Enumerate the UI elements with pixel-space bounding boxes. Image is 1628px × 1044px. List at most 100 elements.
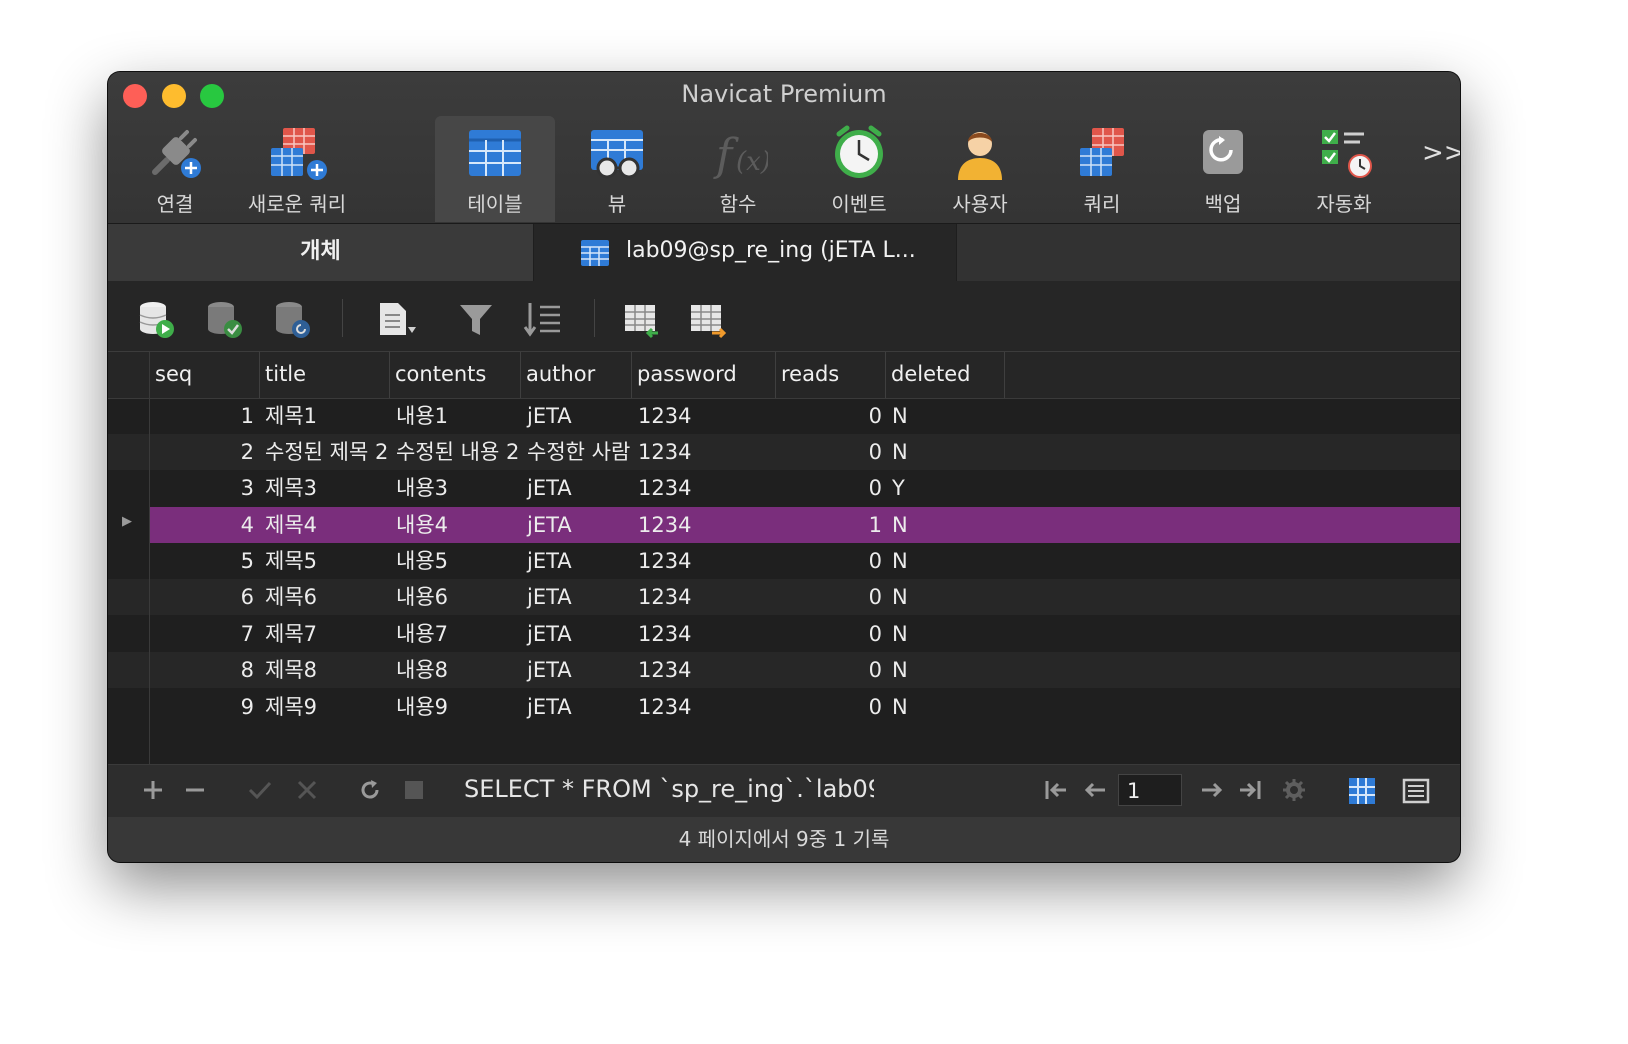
database-rollback-icon[interactable] [272,299,312,339]
cell-contents[interactable]: 내용7 [396,616,448,652]
cell-password[interactable]: 1234 [638,652,691,688]
cell-seq[interactable]: 9 [150,689,254,725]
discard-changes-icon[interactable] [296,779,318,801]
cell-deleted[interactable]: N [892,507,908,543]
table-row[interactable]: 8 제목8 내용8 jETA 1234 0 N [108,652,1460,688]
delete-record-icon[interactable] [184,779,206,801]
cell-password[interactable]: 1234 [638,434,691,470]
table-row[interactable]: 1 제목1 내용1 jETA 1234 0 N [108,398,1460,434]
cell-deleted[interactable]: N [892,689,908,725]
cell-contents[interactable]: 내용5 [396,543,448,579]
cell-seq[interactable]: 4 [150,507,254,543]
export-wizard-icon[interactable] [688,299,728,339]
toolbar-backup-button[interactable]: 백업 [1163,116,1283,222]
cell-reads[interactable]: 1 [778,507,882,543]
cell-contents[interactable]: 내용6 [396,579,448,615]
cell-deleted[interactable]: N [892,579,908,615]
table-row[interactable]: 2 수정된 제목 2 수정된 내용 2 수정한 사람 1234 0 N [108,434,1460,470]
cell-contents[interactable]: 내용9 [396,689,448,725]
page-number-input[interactable]: 1 [1118,774,1182,806]
toolbar-new-query-button[interactable]: 새로운 쿼리 [237,116,357,222]
column-header-deleted[interactable]: deleted [885,352,1005,398]
tab-objects[interactable]: 개체 [108,224,534,281]
cell-password[interactable]: 1234 [638,398,691,434]
form-view-icon[interactable] [1402,777,1430,805]
filter-icon[interactable] [456,299,496,339]
cell-title[interactable]: 제목7 [265,616,317,652]
sort-icon[interactable] [522,299,562,339]
cell-password[interactable]: 1234 [638,507,691,543]
cell-reads[interactable]: 0 [778,543,882,579]
cell-title[interactable]: 제목3 [265,470,317,506]
toolbar-connection-button[interactable]: 연결 [115,116,235,222]
cell-deleted[interactable]: N [892,434,908,470]
cell-password[interactable]: 1234 [638,616,691,652]
document-menu-icon[interactable] [376,299,416,339]
cell-reads[interactable]: 0 [778,579,882,615]
cell-author[interactable]: jETA [527,616,572,652]
cell-reads[interactable]: 0 [778,652,882,688]
toolbar-view-button[interactable]: 뷰 [557,116,677,222]
cell-deleted[interactable]: N [892,543,908,579]
database-run-icon[interactable] [136,299,176,339]
cell-seq[interactable]: 3 [150,470,254,506]
toolbar-event-button[interactable]: 이벤트 [799,116,919,222]
cell-author[interactable]: jETA [527,398,572,434]
cell-author[interactable]: jETA [527,689,572,725]
cell-contents[interactable]: 내용3 [396,470,448,506]
cell-author[interactable]: jETA [527,652,572,688]
cell-title[interactable]: 제목9 [265,689,317,725]
cell-deleted[interactable]: N [892,616,908,652]
column-header-password[interactable]: password [631,352,775,398]
column-header-seq[interactable]: seq [149,352,259,398]
toolbar-more-button[interactable]: >> [1422,138,1460,168]
cell-title[interactable]: 제목6 [265,579,317,615]
first-page-icon[interactable] [1044,779,1068,801]
cell-title[interactable]: 제목5 [265,543,317,579]
table-row[interactable]: 3 제목3 내용3 jETA 1234 0 Y [108,470,1460,506]
cell-seq[interactable]: 7 [150,616,254,652]
import-wizard-icon[interactable] [622,299,662,339]
previous-page-icon[interactable] [1083,779,1107,801]
cell-password[interactable]: 1234 [638,543,691,579]
sql-query-text[interactable]: SELECT * FROM `sp_re_ing`.`lab09` [464,775,874,803]
table-row[interactable]: 7 제목7 내용7 jETA 1234 0 N [108,616,1460,652]
table-row[interactable]: 6 제목6 내용6 jETA 1234 0 N [108,579,1460,615]
cell-reads[interactable]: 0 [778,616,882,652]
cell-seq[interactable]: 5 [150,543,254,579]
cell-seq[interactable]: 1 [150,398,254,434]
cell-title[interactable]: 제목8 [265,652,317,688]
refresh-icon[interactable] [358,778,382,802]
tab-table-lab09[interactable]: lab09@sp_re_ing (jETA L... [534,224,957,281]
cell-author[interactable]: jETA [527,579,572,615]
cell-seq[interactable]: 2 [150,434,254,470]
cell-reads[interactable]: 0 [778,434,882,470]
cell-author[interactable]: 수정한 사람 [527,434,630,470]
cell-reads[interactable]: 0 [778,470,882,506]
cell-author[interactable]: jETA [527,507,572,543]
cell-password[interactable]: 1234 [638,579,691,615]
toolbar-automation-button[interactable]: 자동화 [1284,116,1404,222]
cell-contents[interactable]: 내용1 [396,398,448,434]
column-header-reads[interactable]: reads [775,352,885,398]
stop-icon[interactable] [404,780,424,800]
database-commit-icon[interactable] [204,299,244,339]
cell-author[interactable]: jETA [527,543,572,579]
cell-deleted[interactable]: Y [892,470,905,506]
toolbar-query-button[interactable]: 쿼리 [1042,116,1162,222]
cell-seq[interactable]: 6 [150,579,254,615]
cell-deleted[interactable]: N [892,652,908,688]
cell-contents[interactable]: 내용4 [396,507,448,543]
cell-author[interactable]: jETA [527,470,572,506]
gear-icon[interactable] [1282,778,1306,802]
add-record-icon[interactable] [142,779,164,801]
cell-contents[interactable]: 수정된 내용 2 [396,434,519,470]
column-header-author[interactable]: author [520,352,631,398]
cell-password[interactable]: 1234 [638,689,691,725]
table-row[interactable]: 9 제목9 내용9 jETA 1234 0 N [108,689,1460,725]
table-row-selected[interactable]: 4 제목4 내용4 jETA 1234 1 N [149,507,1460,543]
apply-changes-icon[interactable] [248,779,272,801]
cell-title[interactable]: 수정된 제목 2 [265,434,388,470]
cell-reads[interactable]: 0 [778,398,882,434]
cell-deleted[interactable]: N [892,398,908,434]
